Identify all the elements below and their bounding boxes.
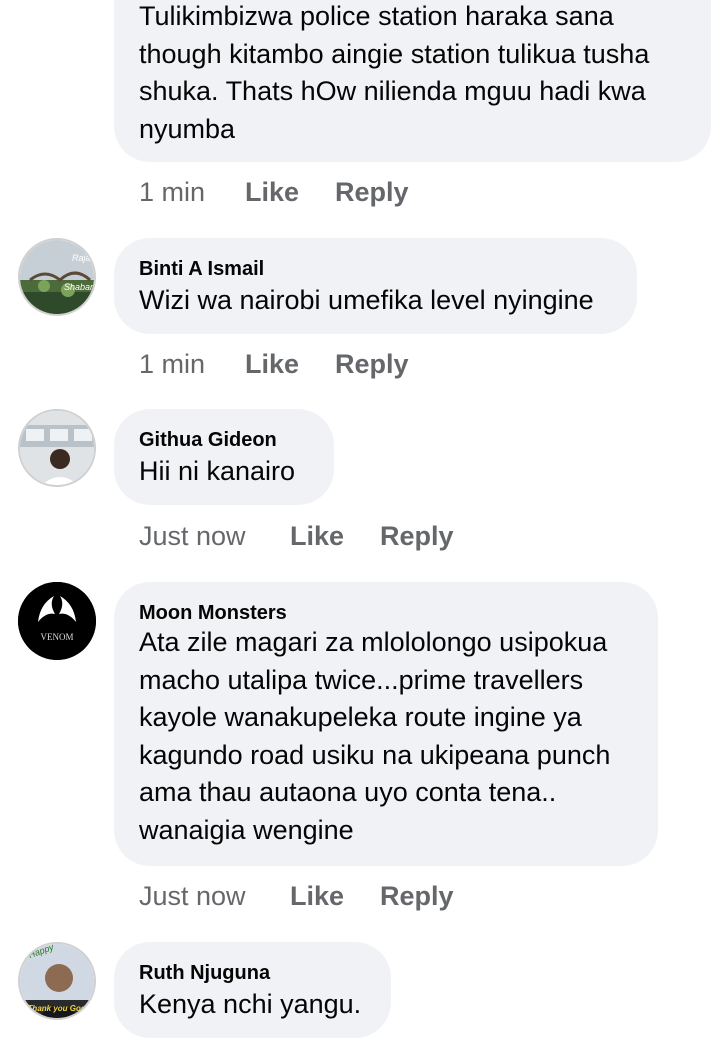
commenter-name[interactable]: Ruth Njuguna — [139, 962, 270, 985]
avatar-image — [20, 240, 94, 314]
comment-text-line: wanaigia wengine — [139, 814, 354, 845]
like-button[interactable]: Like — [245, 177, 299, 208]
avatar-caption: VENOM — [40, 632, 74, 642]
like-button[interactable]: Like — [290, 881, 344, 912]
commenter-name[interactable]: Githua Gideon — [139, 429, 277, 452]
avatar[interactable] — [18, 409, 96, 487]
comment-text-line: Hii ni kanairo — [139, 456, 296, 486]
comment-text-line: kayole wanakupeleka route ingine ya — [139, 702, 582, 732]
commenter-name[interactable]: Moon Monsters — [139, 602, 287, 625]
avatar-caption: Raja — [72, 253, 91, 263]
comment-bubble[interactable]: Binti A Ismail Wizi wa nairobi umefika l… — [114, 238, 637, 334]
comment-text-line: Wizi wa nairobi umefika level nyingine — [139, 285, 594, 315]
comment-text-line: kagundo road usiku na ukipeana punch — [139, 739, 611, 770]
like-button[interactable]: Like — [245, 349, 299, 380]
comment-timestamp: 1 min — [139, 349, 206, 379]
comment-text-line: Ata zile magari za mlololongo usipokua — [139, 627, 608, 657]
avatar[interactable]: Raja Shaban — [18, 238, 96, 316]
comment-text-line: shuka. Thats hOw nilienda mguu hadi kwa — [139, 76, 646, 106]
comment-text-line: though kitambo aingie station tulikua tu… — [139, 38, 650, 69]
comment-text-line: macho utalipa twice...prime travellers — [139, 664, 584, 695]
venom-logo-icon — [18, 582, 96, 660]
comment-bubble[interactable]: Ruth Njuguna Kenya nchi yangu. — [114, 942, 391, 1038]
reply-button[interactable]: Reply — [335, 177, 409, 208]
comment-bubble[interactable]: Githua Gideon Hii ni kanairo — [114, 409, 334, 505]
avatar[interactable]: VENOM — [18, 582, 96, 660]
comment-timestamp: 1 min — [139, 177, 206, 207]
comment-text-line: Tulikimbizwa police station haraka sana — [139, 1, 614, 31]
comment-text-line: nyumba — [139, 113, 236, 144]
reply-button[interactable]: Reply — [380, 881, 454, 912]
like-button[interactable]: Like — [290, 521, 344, 552]
reply-button[interactable]: Reply — [335, 349, 409, 380]
reply-button[interactable]: Reply — [380, 521, 454, 552]
comment-bubble[interactable]: Moon Monsters Ata zile magari za mlololo… — [114, 582, 658, 866]
comment-timestamp: Just now — [139, 881, 246, 911]
comment-bubble[interactable]: Tulikimbizwa police station haraka sana … — [114, 0, 711, 162]
avatar[interactable]: Happy Thank you God! — [18, 942, 96, 1020]
comment-timestamp: Just now — [139, 521, 246, 551]
comment-text-line: ama thau autaona uyo conta tena.. — [139, 777, 557, 807]
avatar-caption: Shaban — [64, 282, 96, 292]
comment-text-line: Kenya nchi yangu. — [139, 989, 362, 1019]
avatar-image — [20, 411, 94, 485]
commenter-name[interactable]: Binti A Ismail — [139, 258, 264, 281]
avatar-caption: Thank you God! — [27, 1004, 89, 1013]
